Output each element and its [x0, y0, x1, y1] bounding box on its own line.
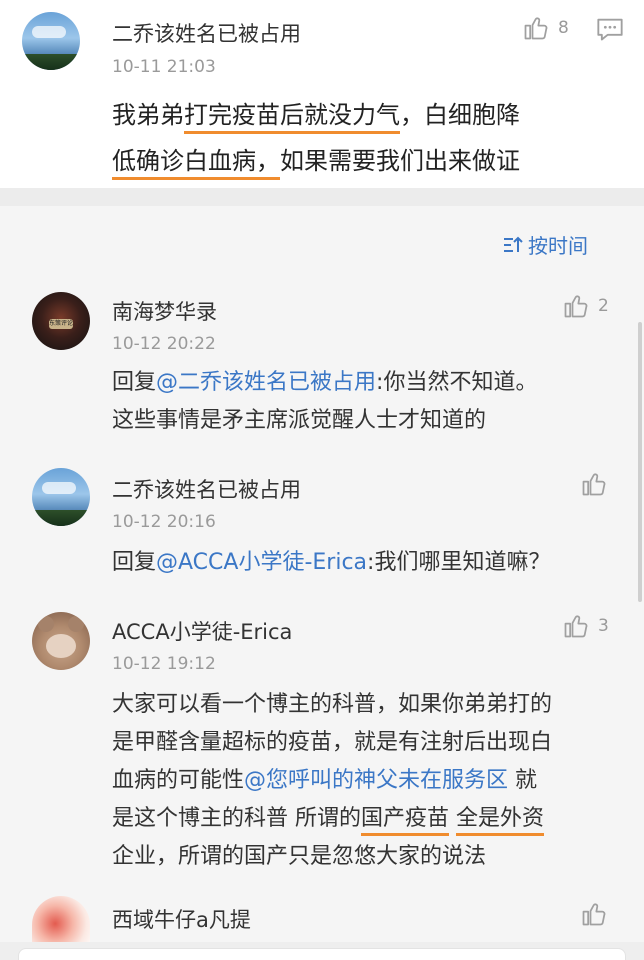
like-count: 3 — [598, 616, 609, 636]
thumbs-up-icon — [564, 615, 588, 638]
reply-username[interactable]: ACCA小学徒-Erica — [112, 616, 292, 646]
like-count: 2 — [598, 296, 609, 316]
reply-time: 10-12 19:12 — [112, 654, 216, 674]
reply-username[interactable]: 二乔该姓名已被占用 — [112, 474, 301, 504]
thumbs-up-icon — [582, 903, 606, 926]
comment-body-line-1: 我弟弟打完疫苗后就没力气，白细胞降 — [112, 92, 520, 138]
avatar[interactable] — [22, 12, 80, 70]
comment-button[interactable] — [596, 16, 624, 46]
scrollbar[interactable] — [638, 322, 642, 602]
mention-link[interactable]: @二乔该姓名已被占用 — [156, 370, 376, 395]
avatar[interactable]: 东策评论 — [32, 292, 90, 350]
reply-body: 大家可以看一个博主的科普，如果你弟弟打的 是甲醛含量超标的疫苗，就是有注射后出现… — [112, 692, 553, 869]
like-count: 8 — [558, 18, 569, 38]
comment-body-line-2: 低确诊白血病，如果需要我们出来做证 — [112, 138, 520, 184]
like-button[interactable]: 2 — [562, 292, 609, 320]
comment-bubble-icon — [597, 18, 623, 41]
reply-username[interactable]: 南海梦华录 — [112, 296, 217, 326]
avatar[interactable] — [32, 612, 90, 670]
like-button[interactable] — [580, 900, 608, 928]
sort-icon — [504, 236, 523, 252]
avatar-ear — [38, 616, 54, 632]
like-button[interactable]: 8 — [522, 14, 569, 42]
thumbs-up-icon — [582, 473, 606, 496]
reply-body: 回复@二乔该姓名已被占用:你当然不知道。 这些事情是矛主席派觉醒人士才知道的 — [112, 370, 538, 433]
avatar-cloud — [42, 482, 76, 494]
thumbs-up-icon — [564, 295, 588, 318]
thumbs-up-icon — [524, 17, 548, 40]
avatar[interactable] — [32, 468, 90, 526]
reply-time: 10-12 20:22 — [112, 334, 216, 354]
sort-button[interactable]: 按时间 — [502, 230, 588, 259]
mention-link[interactable]: @ACCA小学徒-Erica — [156, 550, 367, 575]
like-button[interactable]: 3 — [562, 612, 609, 640]
mention-link[interactable]: @您呼叫的神父未在服务区 — [244, 768, 508, 793]
comment-time: 10-11 21:03 — [112, 57, 216, 77]
avatar-cloud — [32, 26, 66, 38]
top-comment-card: 二乔该姓名已被占用 10-11 21:03 8 我弟弟打完疫苗后就没力气，白细胞… — [0, 0, 644, 188]
like-button[interactable] — [580, 470, 608, 498]
comment-username[interactable]: 二乔该姓名已被占用 — [112, 18, 301, 48]
section-divider — [0, 188, 644, 206]
avatar-ear — [68, 616, 84, 632]
reply-body: 回复@ACCA小学徒-Erica:我们哪里知道嘛？ — [112, 550, 551, 575]
sort-label: 按时间 — [528, 234, 588, 258]
reply-username[interactable]: 西域牛仔a凡提 — [112, 904, 251, 934]
avatar-badge: 东策评论 — [49, 319, 74, 329]
avatar-face — [46, 634, 76, 658]
reply-time: 10-12 20:16 — [112, 512, 216, 532]
reply-input[interactable] — [18, 948, 626, 960]
